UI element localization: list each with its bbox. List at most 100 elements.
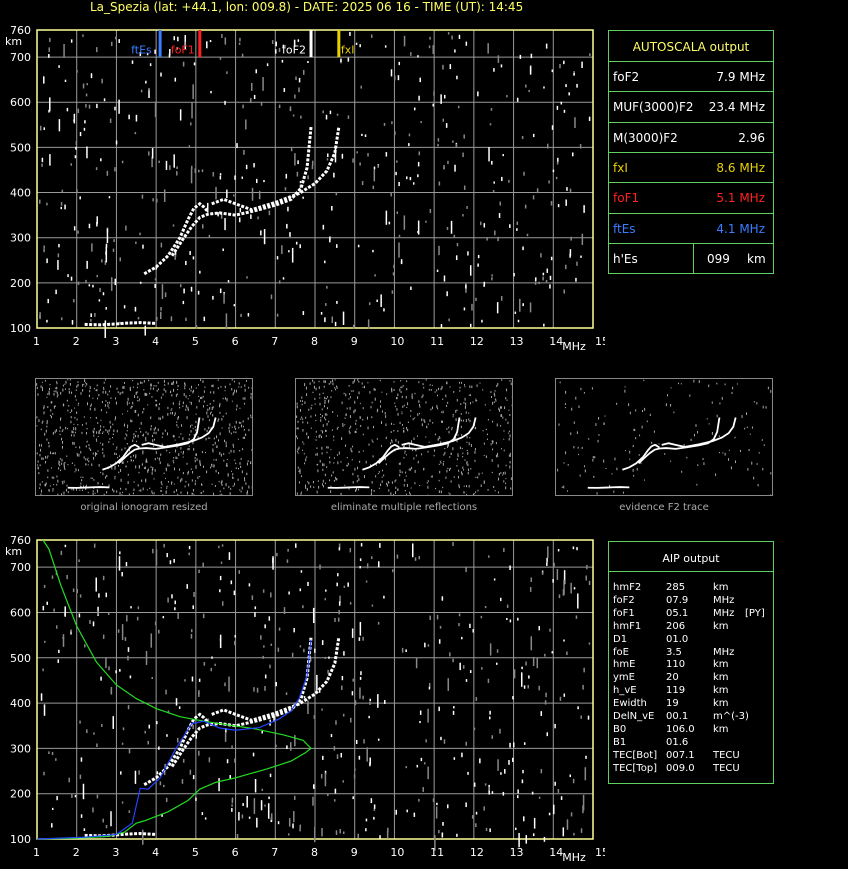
- x-unit-label: MHz: [562, 340, 586, 353]
- aip-unit: m^(-3): [713, 711, 749, 722]
- marker-label-foF2: foF2: [282, 43, 306, 56]
- marker-label-foF1: foF1: [171, 43, 195, 56]
- autoscala-label: ftEs: [613, 221, 636, 236]
- page-title: La_Spezia (lat: +44.1, lon: 009.8) - DAT…: [90, 0, 524, 14]
- aip-value: 3.5: [666, 646, 682, 658]
- x-tick-label: 8: [311, 335, 318, 348]
- autoscala-value: 4.1 MHz: [716, 221, 765, 236]
- autoscala-label: MUF(3000)F2: [613, 100, 694, 115]
- aip-value: 01.6: [666, 736, 689, 748]
- thumbnail-caption: evidence F2 trace: [619, 502, 709, 513]
- x-tick-label: 13: [510, 846, 524, 859]
- x-tick-label: 12: [470, 335, 484, 348]
- y-tick-label: 600: [10, 96, 31, 109]
- autoscala-label: foF1: [613, 191, 640, 206]
- autoscala-label: foF2: [613, 70, 640, 84]
- aip-panel: AIP output hmF2 285 km foF2 07.9 MHz foF1 05.1 M…: [608, 541, 774, 784]
- aip-unit: km: [713, 685, 729, 697]
- aip-name: hmE: [613, 659, 636, 671]
- x-tick-label: 4: [152, 846, 159, 859]
- autoscala-row: M(3000)F2 2.96: [609, 121, 773, 153]
- y-tick-label: 700: [10, 51, 31, 64]
- x-tick-label: 15: [595, 335, 605, 348]
- aip-value: 110: [666, 659, 686, 671]
- aip-value: 119: [666, 685, 686, 697]
- autoscala-row: fxI 8.6 MHz: [609, 151, 773, 183]
- x-tick-label: 11: [430, 335, 444, 348]
- aip-value: 206: [666, 620, 686, 632]
- aip-name: TEC[Top]: [613, 762, 658, 774]
- x-tick-label: 2: [73, 846, 80, 859]
- y-tick-label: 300: [10, 232, 31, 245]
- autoscala-row: MUF(3000)F2 23.4 MHz: [609, 91, 773, 122]
- thumb-noise: [36, 379, 252, 495]
- autoscala-value: 5.1 MHz: [716, 191, 765, 206]
- x-tick-label: 7: [271, 846, 278, 859]
- echo-trace: [84, 832, 157, 838]
- aip-name: B1: [613, 736, 627, 748]
- autoscala-label: fxI: [613, 160, 628, 175]
- aip-name: ymE: [613, 672, 635, 684]
- noise-speckles: [40, 542, 591, 851]
- x-tick-label: 3: [112, 335, 119, 348]
- aip-extra: [PY]: [745, 607, 765, 619]
- x-tick-label: 14: [549, 846, 563, 859]
- autoscala-row: foF2 7.9 MHz: [609, 61, 773, 92]
- thumbnail-caption: original ionogram resized: [80, 502, 208, 513]
- aip-name: B0: [613, 723, 627, 735]
- autoscala-title: AUTOSCALA output: [632, 40, 750, 54]
- x-tick-label: 8: [311, 846, 318, 859]
- autoscala-value: 23.4 MHz: [708, 100, 765, 115]
- x-tick-label: 6: [232, 846, 239, 859]
- aip-unit: km: [713, 582, 729, 593]
- thumb-trace: [102, 443, 140, 471]
- autoscala-row: ftEs 4.1 MHz: [609, 212, 773, 244]
- aip-unit: TECU: [713, 749, 740, 761]
- x-tick-label: 1: [33, 846, 40, 859]
- aip-value: 05.1: [666, 607, 689, 619]
- aip-name: hmF2: [613, 582, 642, 593]
- aip-unit: km: [713, 659, 729, 671]
- thumb-trace: [587, 486, 630, 489]
- x-tick-label: 4: [152, 335, 159, 348]
- marker-label-fxI: fxI: [341, 43, 355, 56]
- aip-unit: MHz: [713, 646, 735, 658]
- aip-name: D1: [613, 633, 628, 645]
- x-tick-label: 3: [112, 846, 119, 859]
- thumbnail-evidence-f2: [555, 378, 773, 496]
- aip-value: 00.1: [666, 711, 689, 722]
- thumb-trace: [401, 417, 477, 448]
- aip-unit: km: [713, 698, 729, 710]
- aip-name: h_vE: [613, 685, 637, 697]
- aip-value: 07.9: [666, 594, 689, 606]
- aip-value: 007.1: [666, 749, 695, 761]
- x-unit-label: MHz: [562, 851, 586, 864]
- aip-value: 285: [666, 582, 686, 593]
- y-unit-label: km: [5, 35, 22, 48]
- autoscala-value: 7.9 MHz: [716, 70, 765, 84]
- thumb-trace: [377, 417, 461, 464]
- aip-name: foF2: [613, 594, 635, 606]
- thumb-trace: [67, 486, 110, 489]
- x-tick-label: 12: [470, 846, 484, 859]
- aip-name: foE: [613, 646, 629, 658]
- aip-unit: MHz: [713, 607, 735, 619]
- aip-value: 009.0: [666, 762, 695, 774]
- x-tick-label: 1: [33, 335, 40, 348]
- thumbnail-original: [35, 378, 253, 496]
- x-tick-label: 9: [351, 846, 358, 859]
- x-tick-label: 5: [192, 335, 199, 348]
- autoscala-row: h'Es 099 km: [609, 242, 773, 275]
- autoscala-value: 8.6 MHz: [716, 160, 765, 175]
- y-tick-label: 400: [10, 187, 31, 200]
- thumb-trace: [622, 443, 660, 471]
- x-tick-label: 11: [430, 846, 444, 859]
- autoscala-label: h'Es: [613, 251, 638, 266]
- thumb-noise: [296, 379, 512, 495]
- thumb-trace: [362, 443, 400, 471]
- aip-name: hmF1: [613, 620, 642, 632]
- x-tick-label: 14: [549, 335, 563, 348]
- ionogram-chart: 1234567891011121314151002003004005006007…: [5, 26, 605, 353]
- aip-value: 20: [666, 672, 679, 684]
- thumb-trace: [327, 486, 370, 489]
